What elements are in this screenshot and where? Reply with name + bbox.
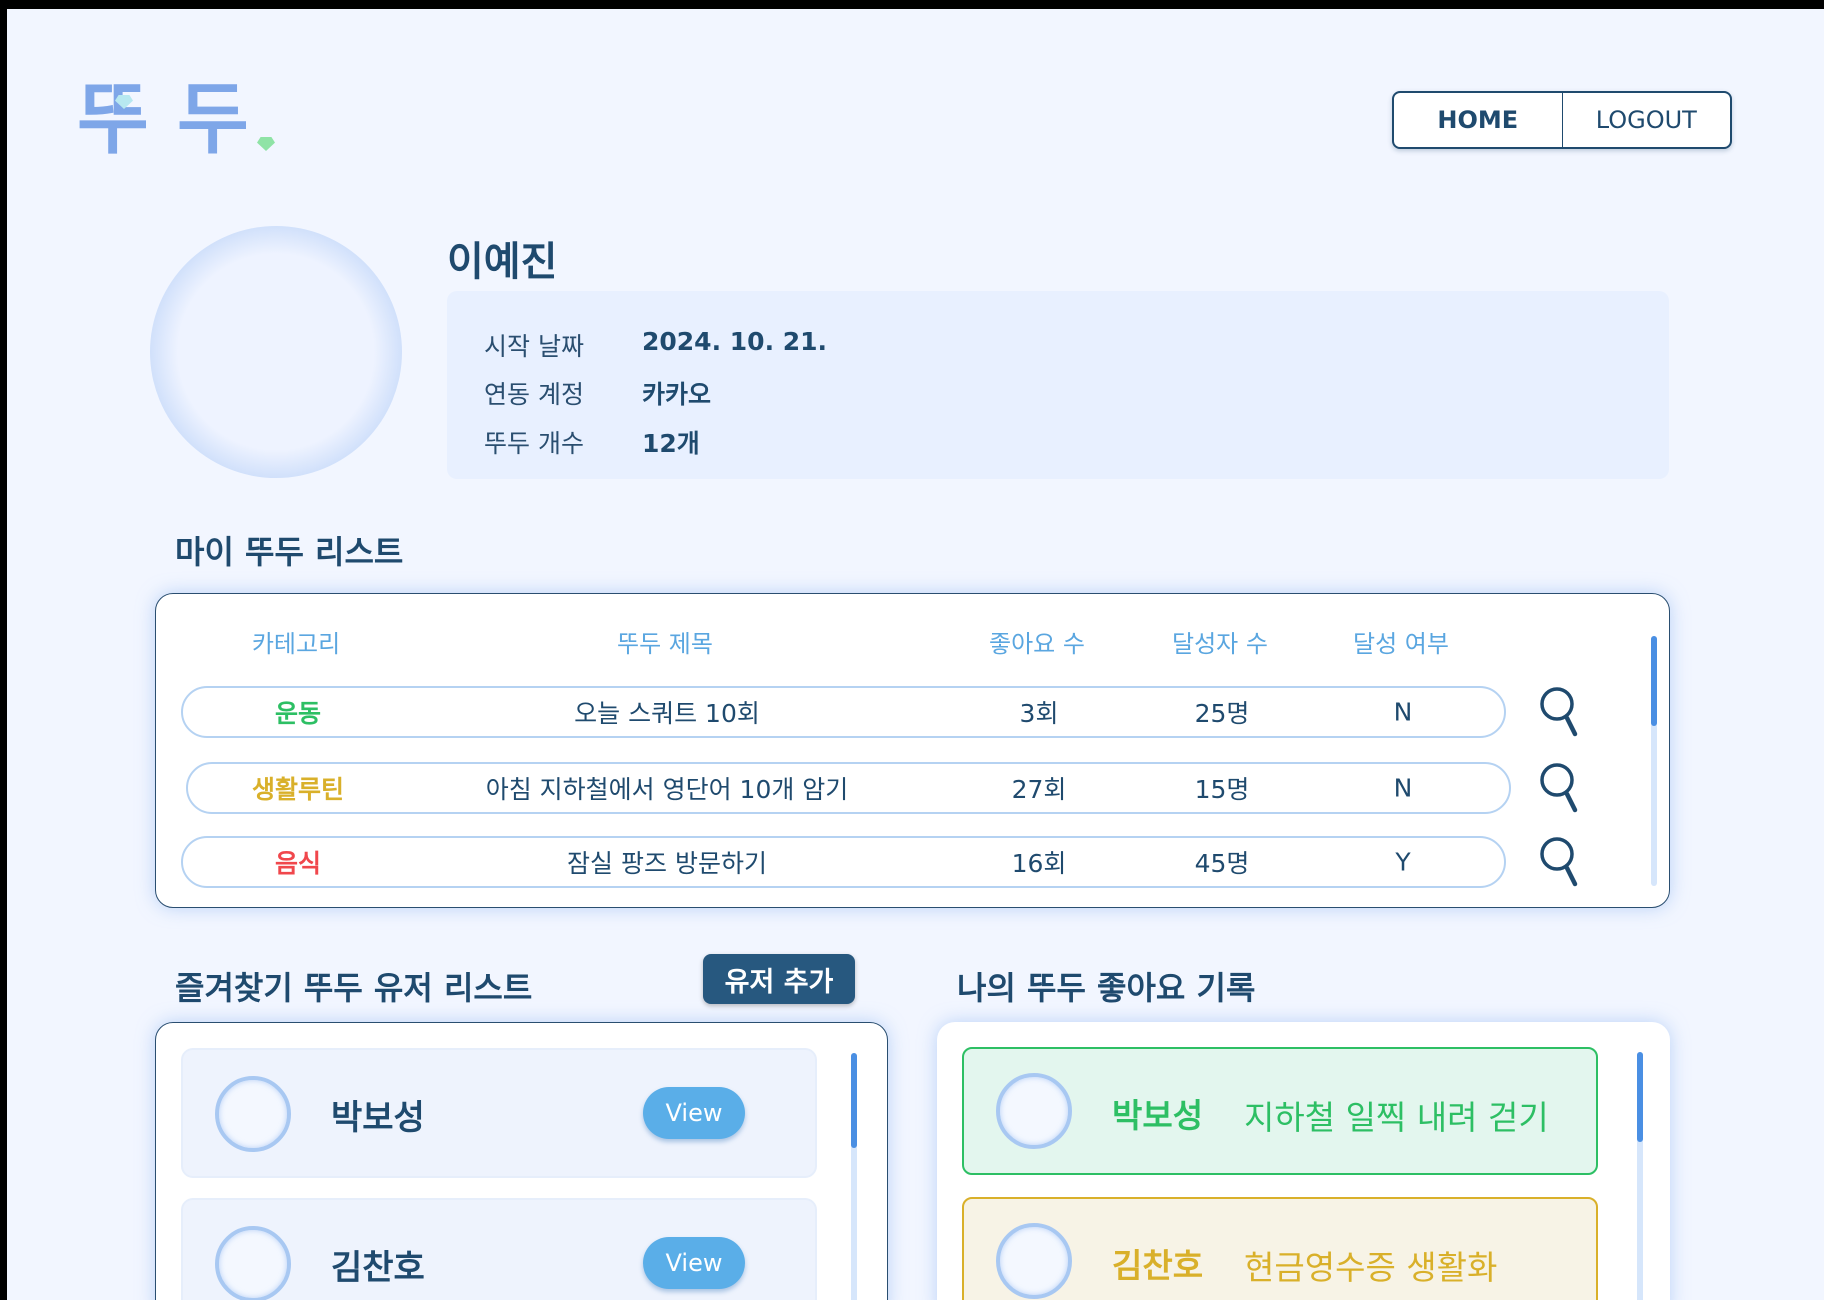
logout-button[interactable]: LOGOUT	[1563, 93, 1731, 147]
info-label: 시작 날짜	[484, 332, 584, 361]
row-title: 오늘 스쿼트 10회	[574, 699, 760, 728]
row-category: 음식	[274, 849, 322, 878]
like-user-name: 박보성	[1112, 1096, 1204, 1135]
gem-icon	[257, 137, 275, 151]
avatar	[215, 1076, 291, 1152]
my-list-panel: 카테고리 뚜두 제목 좋아요 수 달성자 수 달성 여부 운동 오늘 스쿼트 1…	[155, 593, 1670, 908]
row-done: N	[1393, 773, 1413, 803]
add-user-button[interactable]: 유저 추가	[703, 954, 855, 1004]
profile-info: 시작 날짜 2024. 10. 21. 연동 계정 카카오 뚜두 개수 12개	[447, 291, 1669, 479]
header-category: 카테고리	[251, 630, 341, 658]
table-row[interactable]: 운동 오늘 스쿼트 10회 3회 25명 N	[181, 686, 1506, 738]
scrollbar-thumb[interactable]	[1637, 1052, 1643, 1142]
my-list-title: 마이 뚜두 리스트	[175, 533, 404, 571]
scrollbar[interactable]	[1637, 1052, 1643, 1300]
info-value: 카카오	[642, 380, 712, 409]
table-header: 카테고리 뚜두 제목 좋아요 수 달성자 수 달성 여부	[156, 624, 1669, 660]
logo[interactable]: 뚜 두	[77, 81, 287, 171]
profile-avatar	[150, 226, 402, 478]
logo-text-1: 뚜	[77, 75, 153, 165]
top-nav: HOME LOGOUT	[1392, 91, 1732, 149]
search-icon[interactable]	[1539, 836, 1583, 888]
avatar	[215, 1226, 291, 1300]
row-achievers: 45명	[1194, 849, 1250, 878]
search-icon[interactable]	[1539, 686, 1583, 738]
avatar	[996, 1223, 1072, 1299]
row-likes: 27회	[1011, 775, 1067, 804]
header-achievers: 달성자 수	[1172, 630, 1268, 658]
row-likes: 16회	[1011, 849, 1067, 878]
logo-text-2: 두	[177, 75, 253, 165]
view-button[interactable]: View	[643, 1237, 745, 1289]
row-achievers: 25명	[1194, 699, 1250, 728]
like-card[interactable]: 박보성 지하철 일찍 내려 걷기	[962, 1047, 1598, 1175]
like-user-name: 김찬호	[1112, 1246, 1204, 1285]
info-row: 뚜두 개수 12개	[484, 424, 700, 460]
likes-log-title: 나의 뚜두 좋아요 기록	[957, 969, 1256, 1007]
like-todo-title: 지하철 일찍 내려 걷기	[1244, 1098, 1549, 1137]
scrollbar[interactable]	[1651, 636, 1657, 886]
info-label: 뚜두 개수	[484, 429, 584, 458]
fav-users-panel: 박보성 View 김찬호 View	[155, 1022, 888, 1300]
page: 뚜 두 HOME LOGOUT 이예진 시작 날짜 2024. 10. 21. …	[7, 9, 1824, 1300]
home-button[interactable]: HOME	[1394, 93, 1563, 147]
header-likes: 좋아요 수	[989, 630, 1085, 658]
row-done: Y	[1395, 847, 1411, 877]
row-title: 잠실 팡즈 방문하기	[567, 849, 767, 878]
info-value: 12개	[642, 429, 700, 458]
user-name: 김찬호	[331, 1248, 425, 1288]
scrollbar-thumb[interactable]	[851, 1053, 857, 1148]
row-done: N	[1393, 697, 1413, 727]
like-card[interactable]: 김찬호 현금영수증 생활화	[962, 1197, 1598, 1300]
table-row[interactable]: 음식 잠실 팡즈 방문하기 16회 45명 Y	[181, 836, 1506, 888]
info-row: 연동 계정 카카오	[484, 375, 711, 411]
row-title: 아침 지하철에서 영단어 10개 암기	[485, 775, 849, 804]
profile-name: 이예진	[447, 239, 558, 285]
avatar	[996, 1073, 1072, 1149]
info-label: 연동 계정	[484, 380, 584, 409]
header-title: 뚜두 제목	[617, 630, 713, 658]
row-likes: 3회	[1019, 699, 1059, 728]
row-category: 생활루틴	[251, 775, 345, 804]
likes-log-panel: 박보성 지하철 일찍 내려 걷기 김찬호 현금영수증 생활화	[937, 1022, 1670, 1300]
info-value: 2024. 10. 21.	[642, 327, 828, 356]
header-done: 달성 여부	[1353, 630, 1449, 658]
table-row[interactable]: 생활루틴 아침 지하철에서 영단어 10개 암기 27회 15명 N	[186, 762, 1511, 814]
row-achievers: 15명	[1194, 775, 1250, 804]
like-todo-title: 현금영수증 생활화	[1244, 1248, 1498, 1287]
user-card[interactable]: 김찬호 View	[181, 1198, 817, 1300]
info-row: 시작 날짜 2024. 10. 21.	[484, 327, 827, 363]
row-category: 운동	[274, 699, 322, 728]
search-icon[interactable]	[1539, 762, 1583, 814]
user-card[interactable]: 박보성 View	[181, 1048, 817, 1178]
view-button[interactable]: View	[643, 1087, 745, 1139]
user-name: 박보성	[331, 1098, 425, 1138]
scrollbar[interactable]	[851, 1053, 857, 1300]
scrollbar-thumb[interactable]	[1651, 636, 1657, 726]
fav-users-title: 즐겨찾기 뚜두 유저 리스트	[175, 969, 533, 1007]
